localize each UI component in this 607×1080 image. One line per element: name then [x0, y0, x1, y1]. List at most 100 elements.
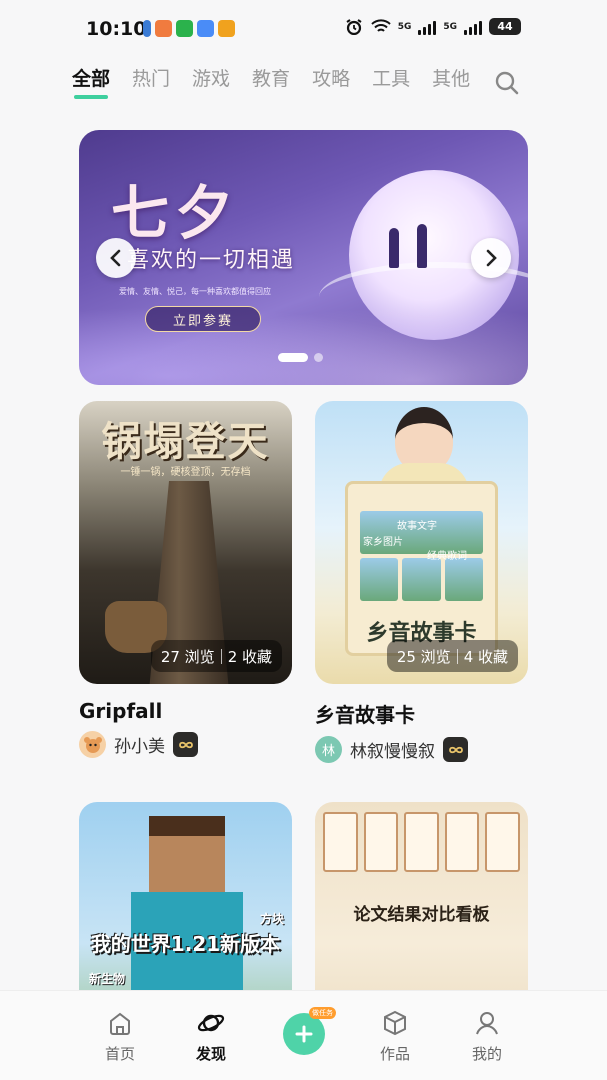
infinity-icon — [178, 741, 193, 748]
tab-games[interactable]: 游戏 — [192, 64, 230, 99]
chevron-left-icon — [110, 249, 121, 267]
bottom-nav: 首页 发现 做任务 作品 我的 — [0, 990, 607, 1080]
image-label: 经典歌词 — [427, 551, 467, 562]
message-icon — [197, 20, 214, 37]
favorite-count: 4 收藏 — [463, 647, 508, 666]
pagination-dot-active[interactable] — [278, 353, 308, 362]
card-author[interactable]: 孙小美 — [79, 731, 292, 758]
planet-icon — [197, 1014, 225, 1032]
nav-mine[interactable]: 我的 — [452, 1009, 522, 1064]
card-title[interactable]: Gripfall — [79, 699, 292, 723]
photo-tile — [402, 558, 441, 601]
creator-badge — [173, 732, 198, 757]
user-icon — [476, 1012, 498, 1035]
promo-banner[interactable]: 七夕 喜欢的一切相遇 爱情、友情、悦己，每一种喜欢都值得回应 立即参赛 — [79, 130, 528, 385]
creator-badge — [443, 737, 468, 762]
card-stats: 27 浏览 2 收藏 — [150, 640, 282, 672]
tab-all[interactable]: 全部 — [72, 64, 110, 99]
clouds-illustration — [79, 295, 528, 385]
task-badge: 做任务 — [309, 1007, 336, 1019]
discover-page: 10:10 5G 5G 44 全部 热门 游戏 教育 攻略 工具 其他 七夕 喜… — [0, 0, 607, 1080]
status-time: 10:10 — [86, 18, 147, 40]
board — [485, 812, 520, 872]
boards-illustration — [323, 812, 520, 872]
thumbnail-tag: 新生物 — [89, 972, 126, 986]
board — [404, 812, 439, 872]
thumbnail-subtitle: 一锤一锅，硬核登顶，无存档 — [120, 467, 251, 478]
banner-prev-button[interactable] — [96, 238, 136, 278]
category-tabs: 全部 热门 游戏 教育 攻略 工具 其他 — [72, 64, 470, 99]
divider — [220, 648, 222, 664]
chevron-right-icon — [486, 249, 497, 267]
thumbnail-tag: 方块 — [259, 912, 284, 926]
figure-illustration — [417, 224, 427, 268]
view-count: 27 浏览 — [160, 647, 215, 666]
notification-icons — [143, 20, 235, 37]
cube-icon — [384, 1010, 406, 1036]
alarm-icon — [346, 18, 362, 35]
network-type: 5G — [443, 21, 457, 32]
banner-subtitle: 喜欢的一切相遇 — [127, 248, 296, 273]
pet-avatar-icon — [83, 736, 102, 753]
nav-discover[interactable]: 发现 — [176, 1009, 246, 1064]
nav-works[interactable]: 作品 — [360, 1009, 430, 1064]
app-notification-icon — [143, 20, 151, 37]
tab-other[interactable]: 其他 — [432, 64, 470, 99]
infinity-icon — [448, 746, 463, 753]
avatar[interactable] — [79, 731, 106, 758]
home-icon — [110, 1012, 130, 1035]
status-right: 5G 5G 44 — [344, 18, 521, 35]
tab-education[interactable]: 教育 — [252, 64, 290, 99]
network-type: 5G — [397, 21, 412, 32]
work-card-gripfall[interactable]: 锅塌登天 一锤一锅，硬核登顶，无存档 27 浏览 2 收藏 Gripfall 孙… — [79, 401, 292, 758]
image-label: 家乡图片 — [363, 537, 403, 548]
board — [444, 812, 480, 872]
app-notification-icon — [155, 20, 172, 37]
image-label: 故事文字 — [397, 521, 437, 532]
nav-home[interactable]: 首页 — [85, 1009, 155, 1064]
card-stats: 25 浏览 4 收藏 — [386, 640, 518, 672]
character-illustration — [149, 816, 225, 892]
board — [323, 812, 358, 872]
status-bar: 10:10 5G 5G 44 — [0, 0, 607, 58]
thumbnail-title: 我的世界1.21新版本 — [90, 932, 281, 956]
signal-icon — [464, 19, 482, 35]
tab-guides[interactable]: 攻略 — [312, 64, 350, 99]
thumbnail-title: 论文结果对比看板 — [353, 905, 490, 925]
work-card-hometown-stories[interactable]: 故事文字 家乡图片 经典歌词 乡音故事卡 25 浏览 4 收藏 乡音故事卡 林 … — [315, 401, 528, 763]
avatar[interactable]: 林 — [315, 736, 342, 763]
search-icon[interactable] — [494, 70, 520, 96]
plus-icon — [295, 1025, 313, 1043]
author-name[interactable]: 孙小美 — [114, 732, 165, 757]
favorite-count: 2 收藏 — [227, 647, 272, 666]
nav-label: 首页 — [104, 1045, 135, 1063]
wifi-icon — [370, 19, 391, 32]
banner-title: 七夕 — [111, 179, 240, 247]
pagination-dot[interactable] — [314, 353, 323, 362]
view-count: 25 浏览 — [396, 647, 451, 666]
banner-pagination — [278, 353, 323, 362]
nav-label: 发现 — [195, 1045, 226, 1063]
nav-label: 我的 — [471, 1045, 502, 1063]
signal-icon — [418, 19, 437, 35]
thumbnail-title: 锅塌登天 — [101, 418, 270, 465]
banner-next-button[interactable] — [471, 238, 511, 278]
tab-hot[interactable]: 热门 — [132, 64, 170, 99]
photo-tile — [360, 558, 399, 601]
figure-illustration — [389, 228, 399, 268]
card-thumbnail[interactable]: 故事文字 家乡图片 经典歌词 乡音故事卡 25 浏览 4 收藏 — [315, 401, 528, 684]
divider — [456, 648, 458, 664]
app-notification-icon — [218, 20, 235, 37]
author-name[interactable]: 林叙慢慢叙 — [350, 737, 435, 762]
tab-tools[interactable]: 工具 — [372, 64, 410, 99]
battery-icon: 44 — [489, 18, 521, 35]
card-author[interactable]: 林 林叙慢慢叙 — [315, 736, 528, 763]
board — [363, 812, 399, 872]
create-button[interactable]: 做任务 — [283, 1007, 336, 1055]
banner-description: 爱情、友情、悦己，每一种喜欢都值得回应 — [119, 287, 271, 296]
join-contest-button[interactable]: 立即参赛 — [145, 306, 261, 332]
card-thumbnail[interactable]: 锅塌登天 一锤一锅，硬核登顶，无存档 27 浏览 2 收藏 — [79, 401, 292, 684]
photo-tile — [444, 558, 483, 601]
card-title[interactable]: 乡音故事卡 — [315, 699, 528, 728]
nav-label: 作品 — [379, 1045, 410, 1063]
